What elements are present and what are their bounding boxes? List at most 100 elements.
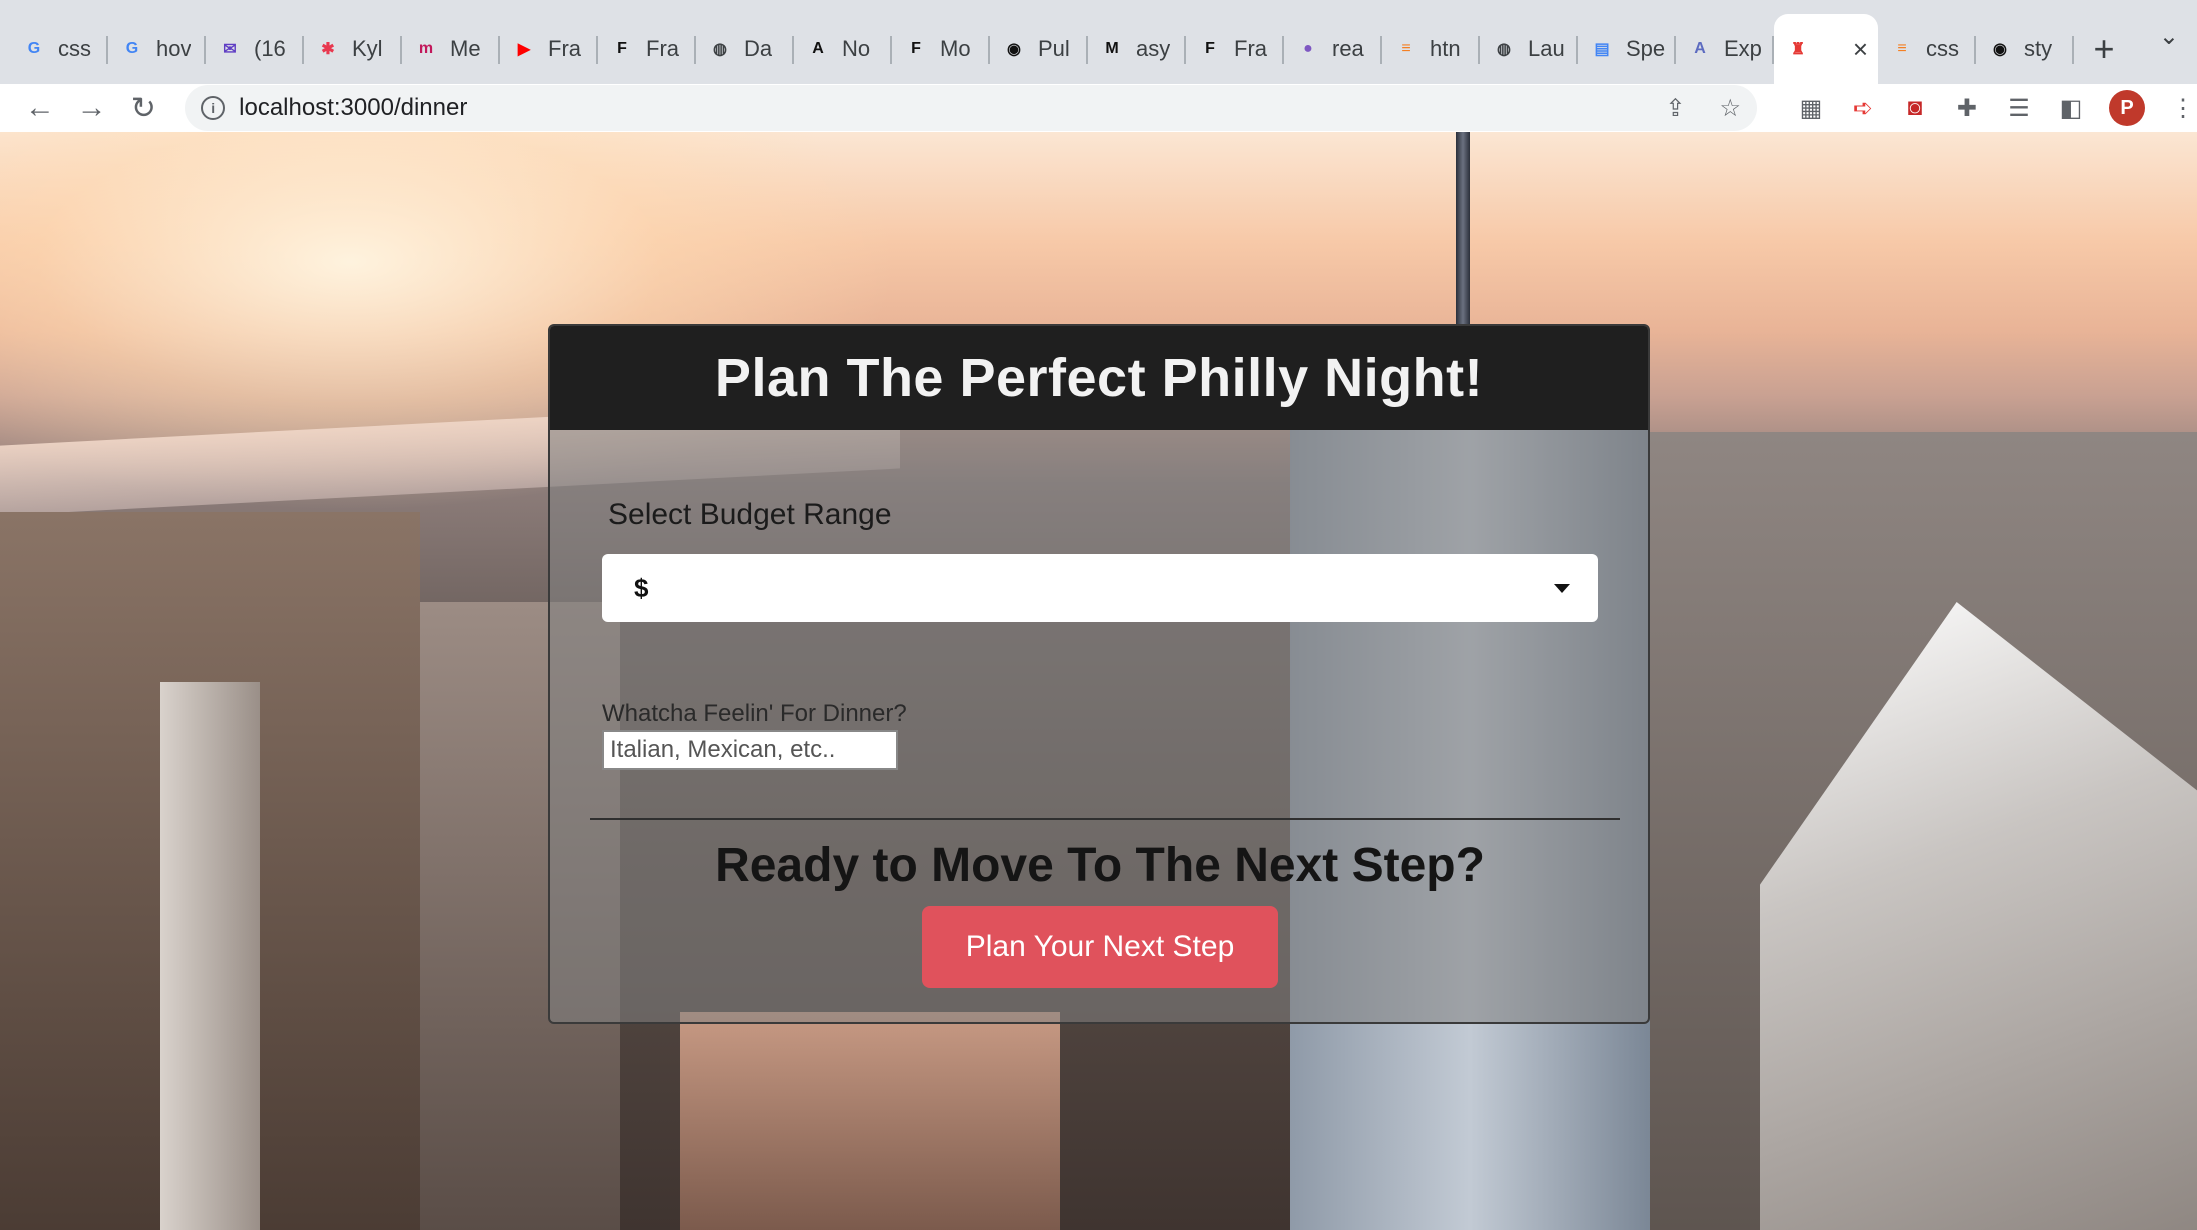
tab-title: Fra: [548, 36, 581, 61]
browser-tab[interactable]: ● rea: [1284, 14, 1382, 84]
cuisine-placeholder: Italian, Mexican, etc..: [610, 736, 836, 763]
site-info-icon[interactable]: i: [201, 96, 226, 120]
extension-translate-icon[interactable]: ▦: [1797, 94, 1825, 123]
tab-title: rea: [1332, 36, 1364, 61]
browser-tab[interactable]: ◍ Da: [696, 14, 794, 84]
mail-icon: ✉: [223, 41, 237, 58]
tab-title: asy: [1136, 36, 1171, 61]
tab-title: css: [1926, 36, 1959, 61]
browser-tab[interactable]: ✉ (16: [206, 14, 304, 84]
extension-arrow-icon[interactable]: ➪: [1849, 94, 1877, 123]
tab-title: hov: [156, 36, 192, 61]
tab-title: Lau: [1528, 36, 1565, 61]
m-logo-icon: m: [418, 40, 434, 57]
card-header: Plan The Perfect Philly Night!: [550, 326, 1648, 430]
browser-tab[interactable]: m Me: [402, 14, 500, 84]
browser-tab[interactable]: Ghov: [108, 14, 206, 84]
more-menu-icon[interactable]: ⋮: [2169, 94, 2197, 123]
plan-card: Plan The Perfect Philly Night! Select Bu…: [548, 324, 1650, 1024]
forward-arrow-icon[interactable]: →: [66, 84, 118, 132]
url-text[interactable]: localhost:3000/dinner: [239, 94, 1631, 122]
github-icon: ◉: [1993, 41, 2007, 58]
divider: [590, 818, 1620, 820]
tab-title: Me: [450, 36, 481, 61]
tab-title: Spe: [1626, 36, 1666, 61]
framer-icon: F: [617, 40, 627, 57]
tab-title: Fra: [1234, 36, 1267, 61]
cuisine-input[interactable]: Italian, Mexican, etc..: [602, 730, 898, 770]
cuisine-label: Whatcha Feelin' For Dinner?: [602, 700, 907, 727]
tab-strip: Gcss Ghov ✉ (16 ✱ Kyl m Me ▶ Fra F Fra ◍ Da A No F Mo ◉ Pul…: [0, 0, 2197, 84]
tab-active[interactable]: ♜ ×: [1774, 14, 1878, 84]
philly-bell-icon: ♜: [1790, 41, 1806, 58]
browser-tab[interactable]: ≡ htn: [1382, 14, 1480, 84]
stackoverflow-icon: ≡: [1897, 40, 1907, 57]
browser-tab[interactable]: ▤ Spe: [1578, 14, 1676, 84]
tab-title: Fra: [646, 36, 679, 61]
bookmark-star-icon[interactable]: ☆: [1719, 94, 1741, 123]
plan-next-step-button[interactable]: Plan Your Next Step: [922, 906, 1278, 988]
browser-toolbar: ← → ↻ i localhost:3000/dinner ⇪ ☆ ▦ ➪ ◙ …: [0, 84, 2197, 132]
tab-title: Kyl: [352, 36, 383, 61]
browser-tab[interactable]: ▶ Fra: [500, 14, 598, 84]
docs-icon: ▤: [1594, 41, 1610, 58]
google-icon: G: [27, 40, 41, 57]
github-icon: ◉: [1007, 41, 1021, 58]
framer-icon: F: [1205, 40, 1215, 57]
reading-list-icon[interactable]: ☰: [2005, 94, 2033, 123]
page-title: Plan The Perfect Philly Night!: [714, 348, 1484, 408]
background-building: [680, 1012, 1060, 1230]
globe-icon: ◍: [1497, 41, 1511, 58]
browser-tab[interactable]: A No: [794, 14, 892, 84]
budget-label: Select Budget Range: [608, 498, 892, 531]
back-arrow-icon[interactable]: ←: [14, 84, 66, 132]
a-square-icon: A: [812, 40, 824, 57]
next-step-heading: Ready to Move To The Next Step?: [715, 839, 1485, 892]
m-square-icon: M: [1105, 40, 1119, 57]
purple-circle-icon: ●: [1303, 40, 1313, 57]
browser-tab[interactable]: F Fra: [598, 14, 696, 84]
extension-camera-icon[interactable]: ◙: [1901, 94, 1929, 122]
browser-tab[interactable]: Gcss: [10, 14, 108, 84]
page-viewport: Plan The Perfect Philly Night! Select Bu…: [0, 132, 2197, 1230]
tab-title: No: [842, 36, 871, 61]
asterisk-icon: ✱: [321, 41, 335, 58]
tab-title: htn: [1430, 36, 1461, 61]
new-tab-button[interactable]: +: [2074, 14, 2134, 84]
globe-icon: ◍: [713, 41, 727, 58]
google-icon: G: [125, 40, 139, 57]
tab-title: Pul: [1038, 36, 1070, 61]
stackoverflow-icon: ≡: [1401, 40, 1411, 57]
side-panel-icon[interactable]: ◧: [2057, 94, 2085, 123]
profile-avatar[interactable]: P: [2108, 90, 2145, 126]
youtube-icon: ▶: [517, 41, 531, 58]
framer-icon: F: [911, 40, 921, 57]
browser-tab[interactable]: F Fra: [1186, 14, 1284, 84]
browser-tab[interactable]: ✱ Kyl: [304, 14, 402, 84]
tab-title: sty: [2024, 36, 2053, 61]
skyscraper-spire: [1456, 132, 1470, 332]
browser-tab[interactable]: ◉ Pul: [990, 14, 1088, 84]
close-tab-icon[interactable]: ×: [1853, 34, 1868, 65]
browser-tab[interactable]: F Mo: [892, 14, 990, 84]
budget-select[interactable]: $: [602, 554, 1598, 622]
tab-search-chevron-icon[interactable]: ⌄: [2159, 22, 2179, 51]
address-bar[interactable]: i localhost:3000/dinner ⇪ ☆: [185, 85, 1757, 131]
caret-down-icon: [1554, 583, 1570, 593]
browser-tab[interactable]: A Exp: [1676, 14, 1774, 84]
tab-title: Da: [744, 36, 773, 61]
budget-selected-value: $: [634, 572, 649, 603]
browser-tab[interactable]: ◉ sty: [1976, 14, 2074, 84]
browser-tab[interactable]: Masy: [1088, 14, 1186, 84]
city-hall-tower: [160, 682, 260, 1230]
extensions-puzzle-icon[interactable]: ✚: [1953, 94, 1981, 123]
tab-title: Mo: [940, 36, 971, 61]
browser-tab[interactable]: ≡ css: [1878, 14, 1976, 84]
tab-title: Exp: [1724, 36, 1762, 61]
extensions-area: ▦ ➪ ◙ ✚ ☰ ◧ P ⋮: [1797, 90, 2197, 126]
browser-tab[interactable]: ◍ Lau: [1480, 14, 1578, 84]
share-icon[interactable]: ⇪: [1665, 94, 1685, 123]
reload-icon[interactable]: ↻: [117, 84, 169, 132]
tab-title: (16: [254, 36, 286, 61]
a-circle-icon: A: [1694, 40, 1706, 57]
